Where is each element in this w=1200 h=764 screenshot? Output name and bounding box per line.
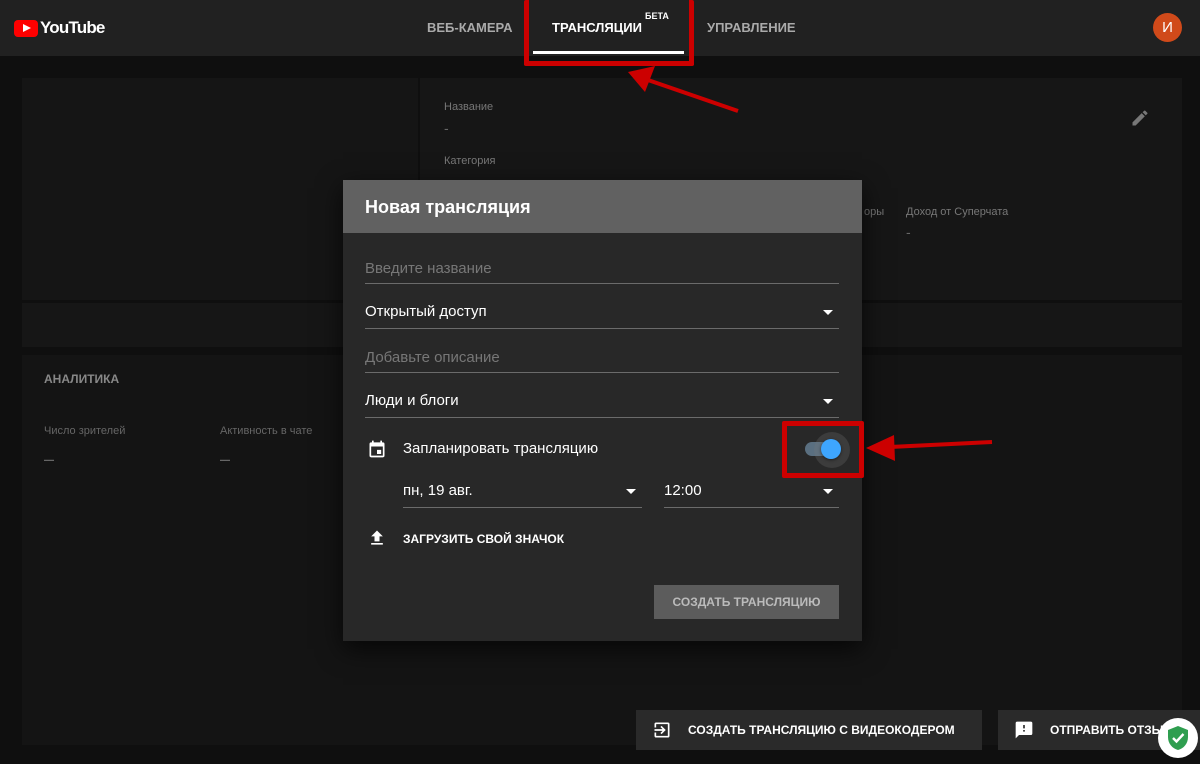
upload-icon <box>371 530 383 545</box>
avatar[interactable]: И <box>1153 13 1182 42</box>
tab-manage[interactable]: УПРАВЛЕНИЕ <box>707 0 796 56</box>
schedule-label: Запланировать трансляцию <box>403 440 599 457</box>
create-encoder-stream-button[interactable]: СОЗДАТЬ ТРАНСЛЯЦИЮ С ВИДЕОКОДЕРОМ <box>636 710 982 750</box>
toggle-highlight-box <box>782 421 864 478</box>
viewers-label-partial: оры <box>864 206 885 218</box>
calendar-icon <box>369 440 385 458</box>
shield-glyph <box>1168 726 1188 750</box>
schedule-row: Запланировать трансляцию <box>365 436 839 462</box>
category-value: Люди и блоги <box>365 392 459 409</box>
name-label: Название <box>444 101 494 113</box>
privacy-value: Открытый доступ <box>365 303 487 320</box>
analytics-title: АНАЛИТИКА <box>44 372 120 386</box>
tab-highlight-box <box>524 0 694 66</box>
title-input[interactable] <box>365 260 839 277</box>
name-value: - <box>444 120 449 136</box>
tab-webcam[interactable]: ВЕБ-КАМЕРА <box>427 0 512 56</box>
dialog-title: Новая трансляция <box>365 197 531 217</box>
chat-activity-value: – <box>220 449 231 469</box>
exit-to-app-icon <box>654 722 670 738</box>
viewers-count-value: – <box>44 449 55 469</box>
date-select[interactable]: пн, 19 авг. <box>403 472 642 508</box>
description-field[interactable] <box>365 329 839 373</box>
viewers-count-label: Число зрителей <box>44 425 126 437</box>
youtube-play-icon <box>14 19 38 37</box>
date-value: пн, 19 авг. <box>403 482 473 499</box>
chevron-down-icon <box>823 399 833 404</box>
pencil-icon[interactable] <box>1130 108 1150 128</box>
shield-check-icon[interactable] <box>1158 718 1198 758</box>
upload-thumbnail-label: ЗАГРУЗИТЬ СВОЙ ЗНАЧОК <box>403 532 565 546</box>
create-stream-button[interactable]: СОЗДАТЬ ТРАНСЛЯЦИЮ <box>654 585 839 619</box>
logo-text: YouTube <box>40 18 105 37</box>
chevron-down-icon <box>626 489 636 494</box>
create-encoder-stream-label: СОЗДАТЬ ТРАНСЛЯЦИЮ С ВИДЕОКОДЕРОМ <box>688 723 955 737</box>
title-field[interactable] <box>365 240 839 284</box>
category-select[interactable]: Люди и блоги <box>365 374 839 418</box>
feedback-icon <box>1015 721 1033 739</box>
youtube-logo[interactable]: YouTube <box>14 18 105 38</box>
chevron-down-icon <box>823 310 833 315</box>
description-input[interactable] <box>365 349 839 366</box>
send-feedback-label: ОТПРАВИТЬ ОТЗЫВ <box>1050 723 1173 737</box>
superchat-label: Доход от Суперчата <box>906 206 1009 218</box>
superchat-value: - <box>906 224 911 240</box>
dialog-header: Новая трансляция <box>343 180 862 233</box>
time-value: 12:00 <box>664 482 702 499</box>
new-stream-dialog: Новая трансляция Открытый доступ Люди и … <box>343 180 862 641</box>
category-label: Категория <box>444 155 496 167</box>
chevron-down-icon <box>823 489 833 494</box>
privacy-select[interactable]: Открытый доступ <box>365 285 839 329</box>
chat-activity-label: Активность в чате <box>220 425 313 437</box>
